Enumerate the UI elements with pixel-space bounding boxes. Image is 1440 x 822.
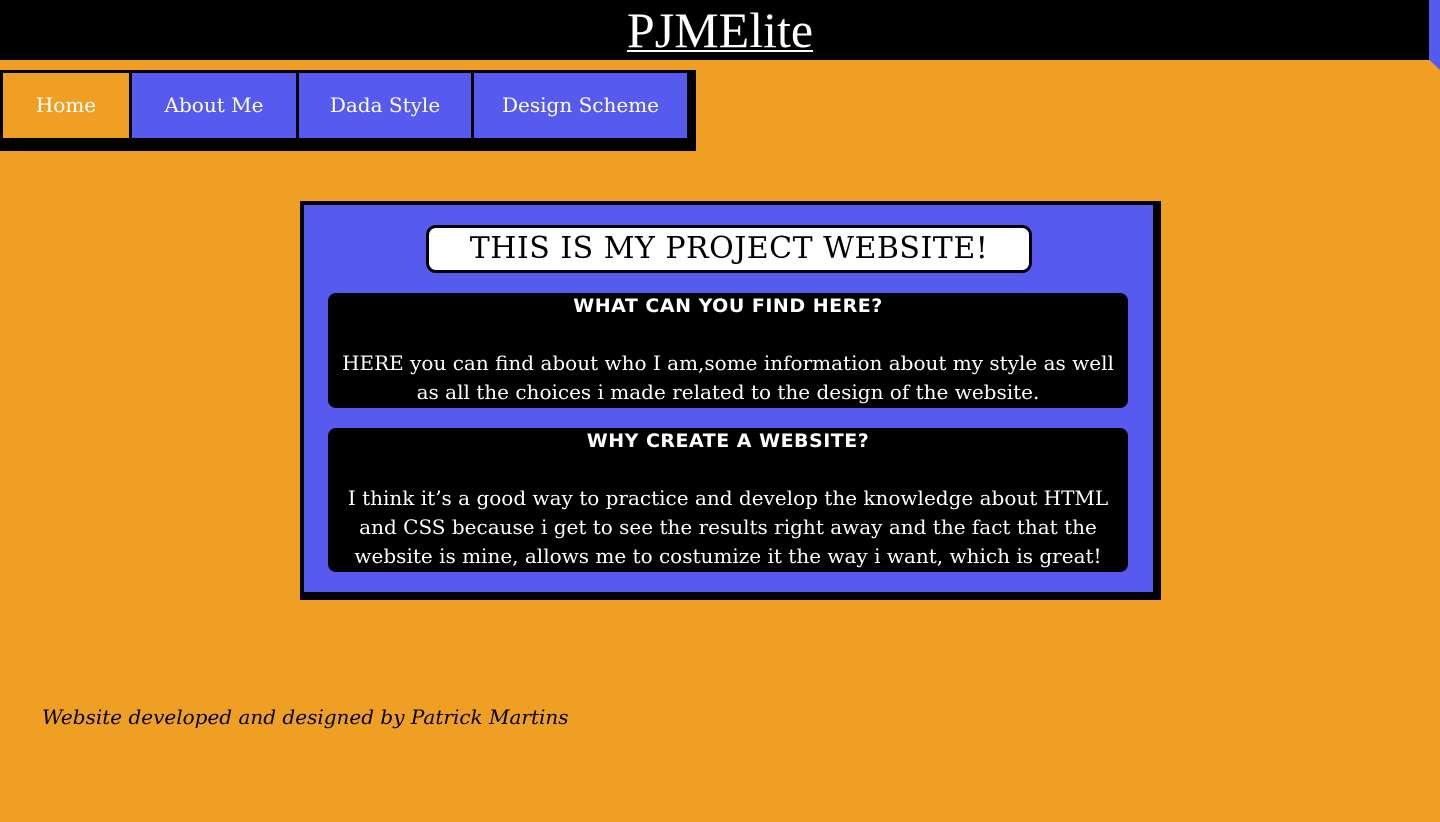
footer-credit: Website developed and designed by Patric… bbox=[42, 705, 569, 729]
info-section-why-website: WHY CREATE A WEBSITE? I think it’s a goo… bbox=[328, 428, 1128, 572]
nav-item-home[interactable]: Home bbox=[3, 73, 129, 138]
section-text: I think it’s a good way to practice and … bbox=[347, 486, 1109, 568]
main-nav: Home About Me Dada Style Design Scheme bbox=[0, 70, 696, 151]
main-content-panel: THIS IS MY PROJECT WEBSITE! WHAT CAN YOU… bbox=[300, 201, 1161, 600]
nav-item-about-me[interactable]: About Me bbox=[132, 73, 296, 138]
page-heading: THIS IS MY PROJECT WEBSITE! bbox=[426, 225, 1032, 273]
section-text: HERE you can find about who I am,some in… bbox=[342, 351, 1114, 404]
section-title: WHY CREATE A WEBSITE? bbox=[586, 430, 870, 452]
section-title: WHAT CAN YOU FIND HERE? bbox=[573, 295, 883, 317]
corner-accent bbox=[1429, 0, 1440, 70]
site-title[interactable]: PJMElite bbox=[627, 4, 813, 56]
site-header: PJMElite bbox=[0, 0, 1440, 60]
nav-item-dada-style[interactable]: Dada Style bbox=[299, 73, 471, 138]
nav-item-design-scheme[interactable]: Design Scheme bbox=[474, 73, 687, 138]
info-section-find-here: WHAT CAN YOU FIND HERE? HERE you can fin… bbox=[328, 293, 1128, 408]
